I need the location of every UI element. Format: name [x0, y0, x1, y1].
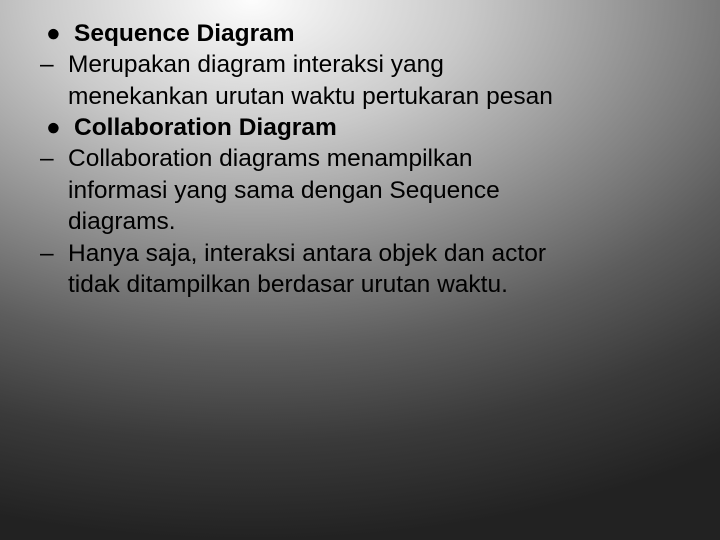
- bullet-item: ● Collaboration Diagram: [40, 112, 680, 143]
- bullet-marker: ●: [40, 18, 74, 49]
- dash-text: Merupakan diagram interaksi yang: [68, 49, 680, 80]
- slide: ● Sequence Diagram – Merupakan diagram i…: [0, 0, 720, 540]
- dash-text-cont: diagrams.: [68, 206, 680, 237]
- dash-text-cont: tidak ditampilkan berdasar urutan waktu.: [68, 269, 680, 300]
- dash-item: – Hanya saja, interaksi antara objek dan…: [40, 238, 680, 269]
- slide-content: ● Sequence Diagram – Merupakan diagram i…: [40, 18, 680, 300]
- dash-marker: –: [40, 49, 68, 80]
- dash-marker: –: [40, 238, 68, 269]
- bullet-text: Sequence Diagram: [74, 18, 680, 49]
- dash-item-cont: menekankan urutan waktu pertukaran pesan: [40, 81, 680, 112]
- dash-text-cont: informasi yang sama dengan Sequence: [68, 175, 680, 206]
- dash-marker: –: [40, 143, 68, 174]
- bullet-marker: ●: [40, 112, 74, 143]
- bullet-text: Collaboration Diagram: [74, 112, 680, 143]
- dash-item-cont: diagrams.: [40, 206, 680, 237]
- dash-text-cont: menekankan urutan waktu pertukaran pesan: [68, 81, 680, 112]
- dash-text: Hanya saja, interaksi antara objek dan a…: [68, 238, 680, 269]
- dash-item: – Merupakan diagram interaksi yang: [40, 49, 680, 80]
- dash-text: Collaboration diagrams menampilkan: [68, 143, 680, 174]
- bullet-item: ● Sequence Diagram: [40, 18, 680, 49]
- dash-item-cont: informasi yang sama dengan Sequence: [40, 175, 680, 206]
- dash-item-cont: tidak ditampilkan berdasar urutan waktu.: [40, 269, 680, 300]
- dash-item: – Collaboration diagrams menampilkan: [40, 143, 680, 174]
